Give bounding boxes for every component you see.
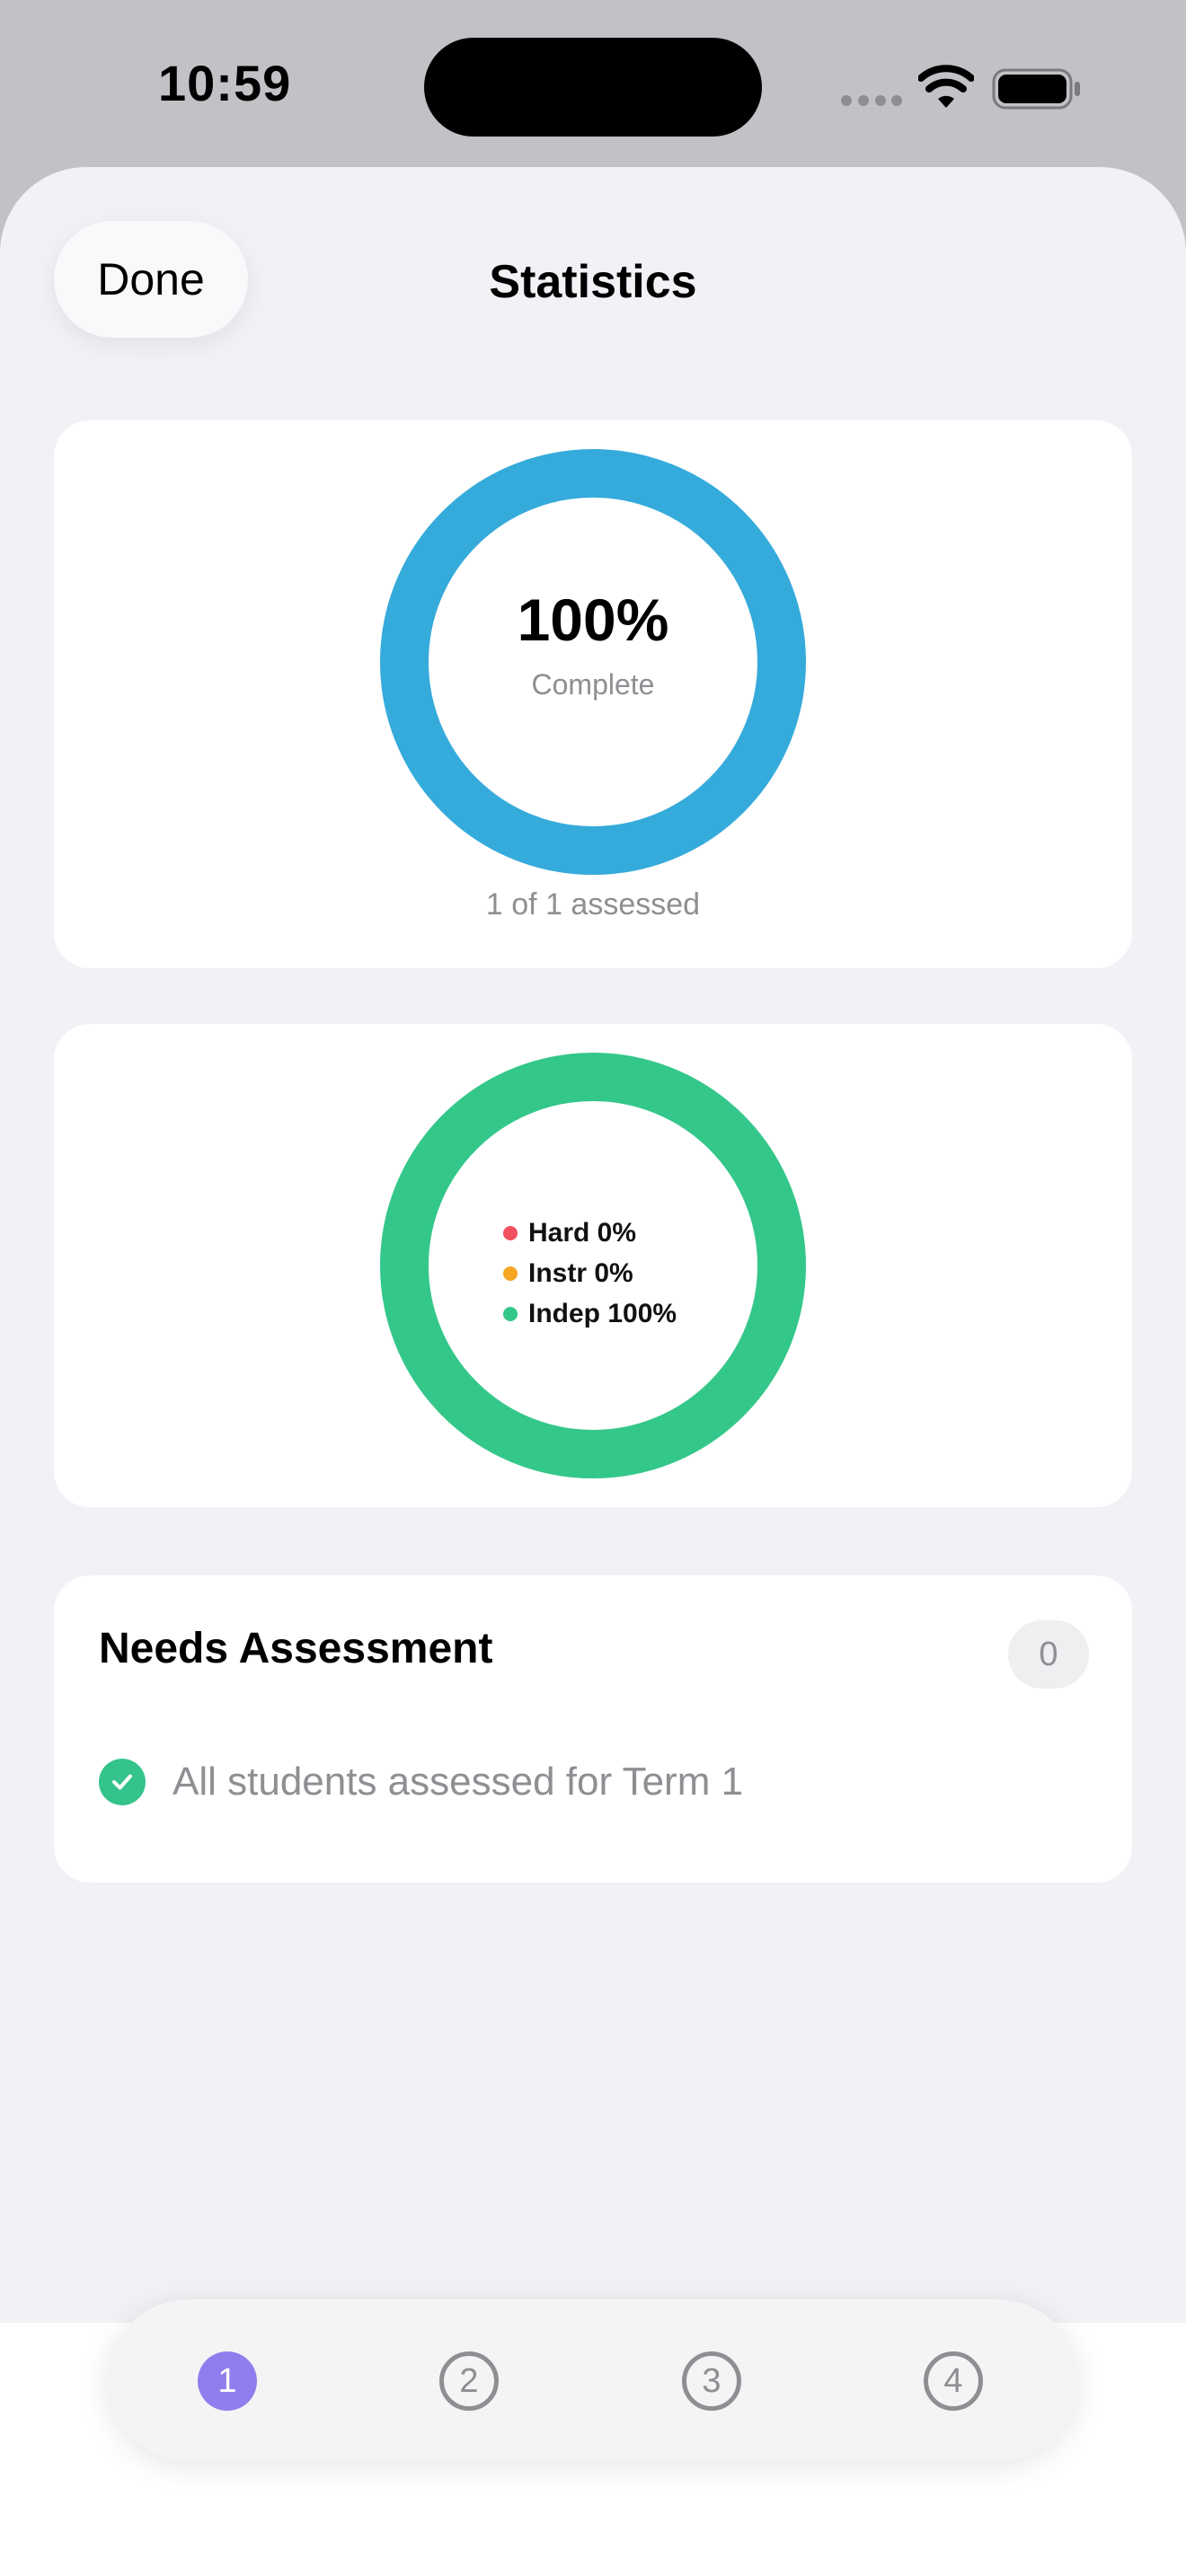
assessed-count: 1 of 1 assessed: [485, 887, 701, 922]
legend-dot-indep: [503, 1306, 518, 1321]
battery-icon: [992, 68, 1080, 110]
checkmark-circle-icon: [99, 1759, 146, 1805]
legend-dot-hard: [503, 1225, 518, 1240]
needs-assessment-card: Needs Assessment 0 All students assessed…: [54, 1575, 1132, 1883]
wifi-icon: [918, 65, 974, 108]
completion-ring: [380, 449, 806, 875]
screen: 10:59 Done Statistics 100% Complete 1 of…: [0, 0, 1186, 2576]
tab-term-2[interactable]: 2: [439, 2351, 499, 2411]
needs-assessment-title: Needs Assessment: [99, 1625, 493, 1672]
levels-legend: Hard 0% Instr 0% Indep 100%: [503, 1213, 677, 1334]
needs-status-message: All students assessed for Term 1: [173, 1760, 744, 1804]
tab-term-4[interactable]: 4: [924, 2351, 983, 2411]
needs-count-badge: 0: [1008, 1620, 1089, 1689]
completion-percent: 100%: [517, 587, 669, 653]
legend-dot-instr: [503, 1266, 518, 1281]
completion-caption: Complete: [531, 668, 655, 701]
legend-item-indep: Indep 100%: [503, 1293, 677, 1334]
needs-status-row: All students assessed for Term 1: [99, 1759, 743, 1805]
legend-item-hard: Hard 0%: [503, 1213, 677, 1253]
dynamic-island: [424, 38, 762, 137]
completion-arc: [380, 449, 806, 875]
completion-card: 100% Complete 1 of 1 assessed: [54, 420, 1132, 968]
term-tab-bar: 1 2 3 4: [108, 2299, 1078, 2461]
status-time: 10:59: [158, 55, 292, 111]
tab-term-1[interactable]: 1: [198, 2351, 257, 2411]
legend-label-instr: Instr 0%: [528, 1257, 633, 1288]
cellular-dots-icon: [841, 95, 902, 106]
statistics-sheet: Done Statistics 100% Complete 1 of 1 ass…: [0, 167, 1186, 2576]
legend-item-instr: Instr 0%: [503, 1253, 677, 1293]
tab-term-3[interactable]: 3: [682, 2351, 741, 2411]
page-title: Statistics: [489, 256, 697, 308]
legend-label-indep: Indep 100%: [528, 1298, 677, 1328]
legend-label-hard: Hard 0%: [528, 1217, 637, 1248]
reading-levels-card: Hard 0% Instr 0% Indep 100%: [54, 1024, 1132, 1507]
